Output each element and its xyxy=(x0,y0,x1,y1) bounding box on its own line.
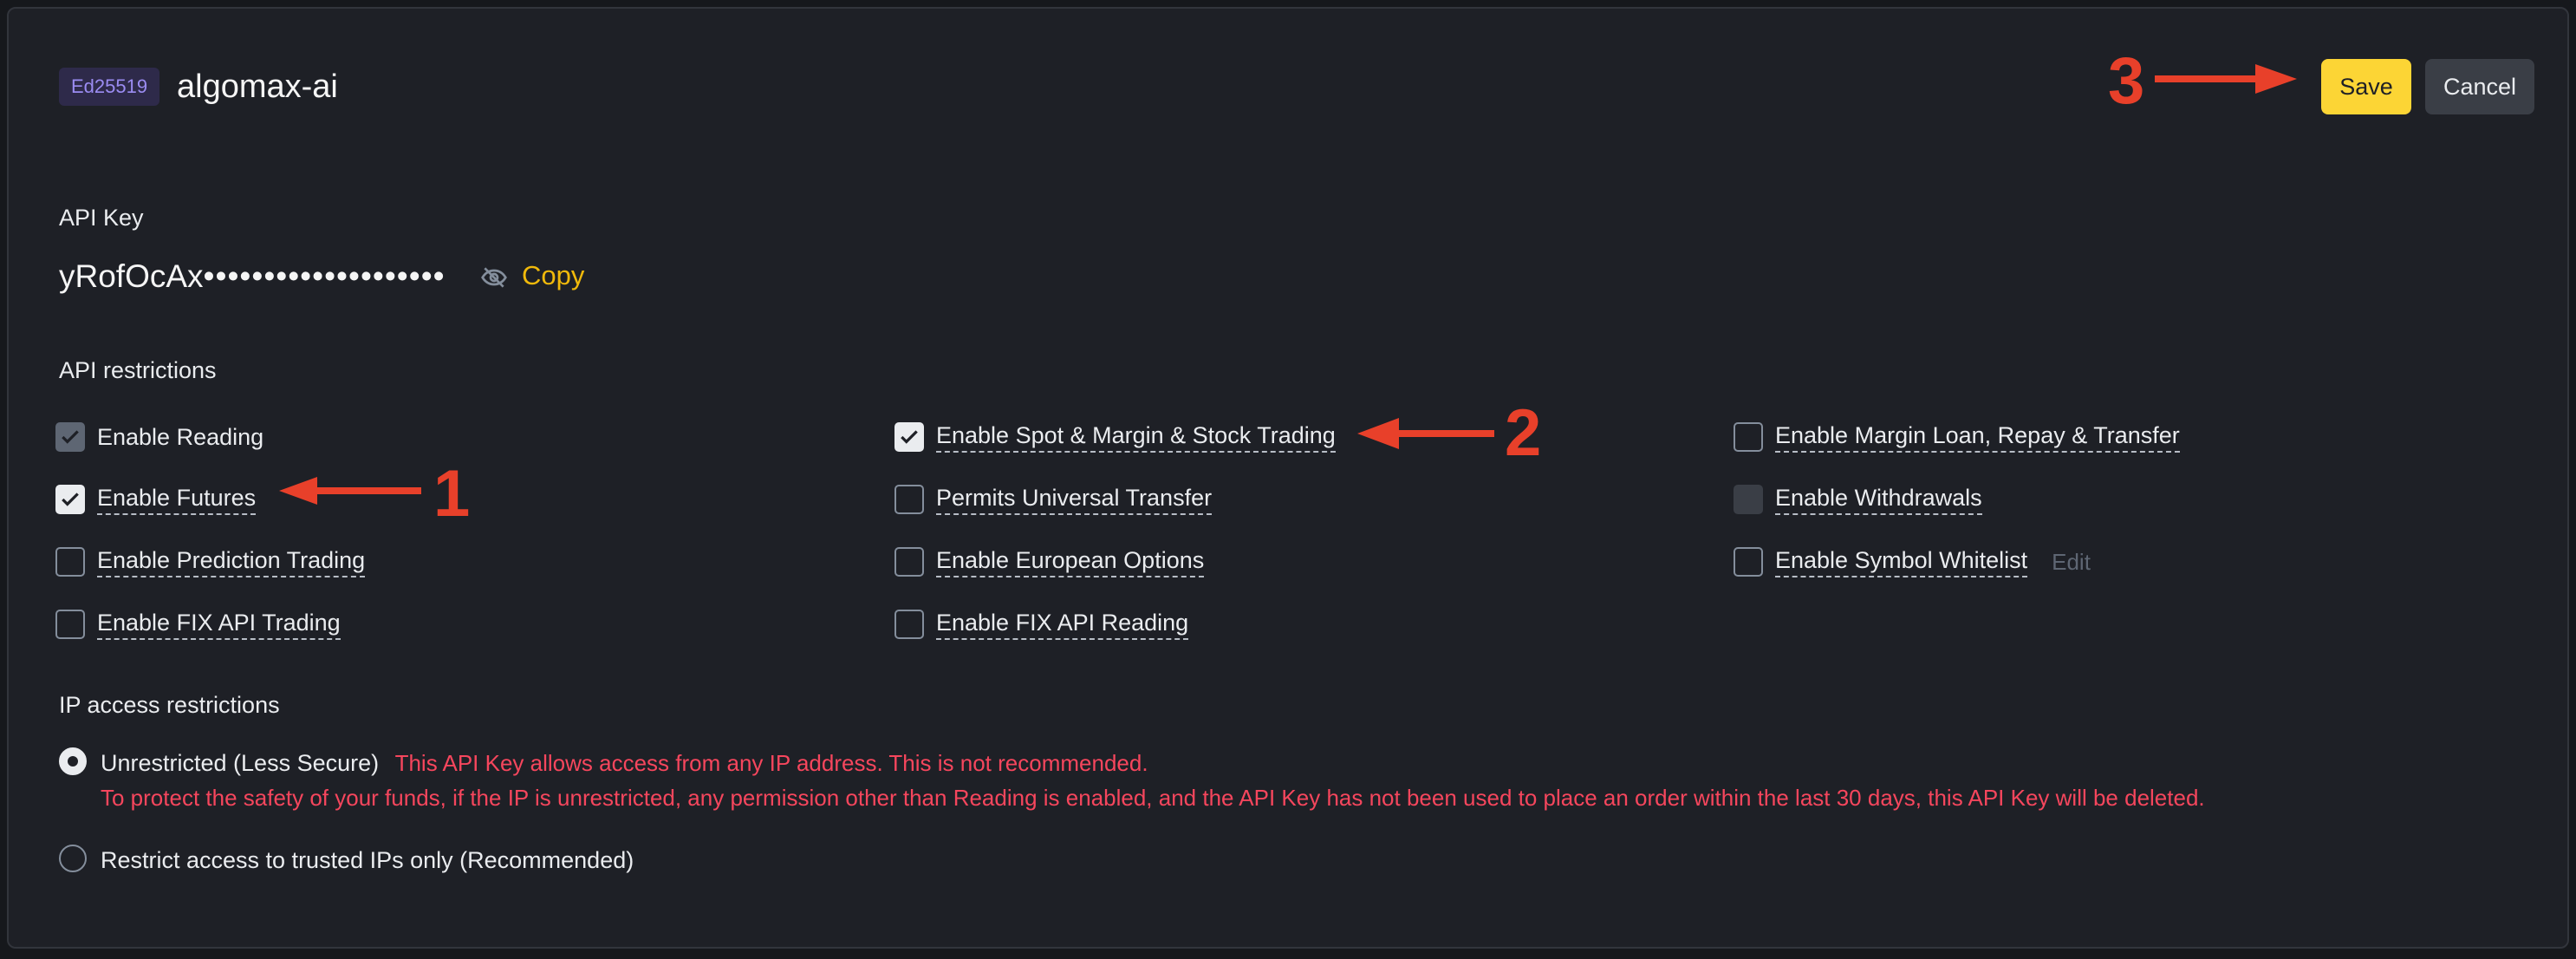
check-icon xyxy=(901,430,918,444)
annotation-number-2: 2 xyxy=(1505,396,1542,470)
checkbox-enable-european-options[interactable] xyxy=(894,547,924,577)
perm-label: Enable European Options xyxy=(936,547,1205,577)
radio-unrestricted[interactable]: Unrestricted (Less Secure) This API Key … xyxy=(59,746,2205,815)
perm-label: Enable Withdrawals xyxy=(1775,485,1982,515)
checkbox-enable-symbol-whitelist[interactable] xyxy=(1734,547,1763,577)
radio-button-trusted-ips[interactable] xyxy=(59,845,87,872)
radio-button-unrestricted[interactable] xyxy=(59,747,87,775)
checkbox-enable-withdrawals xyxy=(1734,485,1763,514)
checkbox-universal-transfer[interactable] xyxy=(894,485,924,514)
perm-universal-transfer[interactable]: Permits Universal Transfer xyxy=(894,482,1213,517)
radio-label: Unrestricted (Less Secure) xyxy=(101,750,380,776)
eye-slash-icon[interactable] xyxy=(480,264,508,291)
perm-enable-fix-api-trading[interactable]: Enable FIX API Trading xyxy=(55,607,341,642)
perm-enable-symbol-whitelist[interactable]: Enable Symbol Whitelist Edit xyxy=(1734,545,2091,579)
perm-label: Enable Spot & Margin & Stock Trading xyxy=(936,422,1336,453)
perm-label: Enable Margin Loan, Repay & Transfer xyxy=(1775,422,2180,453)
perm-enable-futures[interactable]: Enable Futures xyxy=(55,482,257,517)
perm-label: Enable Reading xyxy=(97,423,264,450)
annotation-arrow-2 xyxy=(1357,418,1494,449)
symbol-whitelist-edit-link[interactable]: Edit xyxy=(2052,549,2091,576)
check-icon xyxy=(62,493,79,506)
api-key-label: API Key xyxy=(59,205,144,231)
checkbox-enable-fix-api-reading[interactable] xyxy=(894,610,924,639)
api-restrictions-label: API restrictions xyxy=(59,357,217,383)
perm-label: Enable FIX API Trading xyxy=(97,610,341,640)
perm-label: Enable Prediction Trading xyxy=(97,547,366,577)
unrestricted-warning: This API Key allows access from any IP a… xyxy=(394,750,1148,776)
perm-enable-prediction-trading[interactable]: Enable Prediction Trading xyxy=(55,545,366,579)
checkbox-enable-prediction-trading[interactable] xyxy=(55,547,85,577)
radio-trusted-ips[interactable]: Restrict access to trusted IPs only (Rec… xyxy=(59,843,634,877)
check-icon xyxy=(62,430,79,444)
copy-link[interactable]: Copy xyxy=(522,260,584,291)
ip-access-label: IP access restrictions xyxy=(59,692,280,718)
checkbox-enable-margin-loan[interactable] xyxy=(1734,422,1763,452)
checkbox-enable-reading xyxy=(55,422,85,452)
perm-label: Permits Universal Transfer xyxy=(936,485,1213,515)
perm-label: Enable Symbol Whitelist xyxy=(1775,547,2028,577)
radio-label: Restrict access to trusted IPs only (Rec… xyxy=(101,847,634,873)
perm-enable-european-options[interactable]: Enable European Options xyxy=(894,545,1205,579)
perm-enable-fix-api-reading[interactable]: Enable FIX API Reading xyxy=(894,607,1189,642)
checkbox-enable-futures[interactable] xyxy=(55,485,85,514)
api-key-visible: yRofOcAx xyxy=(59,258,204,294)
key-type-badge: Ed25519 xyxy=(59,68,160,106)
checkbox-enable-spot-margin-stock[interactable] xyxy=(894,422,924,452)
annotation-number-1: 1 xyxy=(433,457,471,531)
cancel-button[interactable]: Cancel xyxy=(2425,59,2534,114)
checkbox-enable-fix-api-trading[interactable] xyxy=(55,610,85,639)
perm-label: Enable Futures xyxy=(97,485,257,515)
annotation-number-3: 3 xyxy=(2108,44,2145,118)
perm-enable-reading: Enable Reading xyxy=(55,420,263,454)
unrestricted-deletion-warning: To protect the safety of your funds, if … xyxy=(101,785,2205,811)
perm-enable-withdrawals: Enable Withdrawals xyxy=(1734,482,1982,517)
api-key-value: yRofOcAx•••••••••••••••••••• xyxy=(59,258,446,295)
perm-enable-margin-loan[interactable]: Enable Margin Loan, Repay & Transfer xyxy=(1734,420,2180,454)
perm-enable-spot-margin-stock[interactable]: Enable Spot & Margin & Stock Trading xyxy=(894,420,1336,454)
perm-label: Enable FIX API Reading xyxy=(936,610,1189,640)
api-key-masked: •••••••••••••••••••• xyxy=(203,258,446,294)
annotation-arrow-3 xyxy=(2155,64,2297,94)
annotation-arrow-1 xyxy=(279,477,421,505)
save-button[interactable]: Save xyxy=(2321,59,2411,114)
api-key-name: algomax-ai xyxy=(177,68,338,105)
